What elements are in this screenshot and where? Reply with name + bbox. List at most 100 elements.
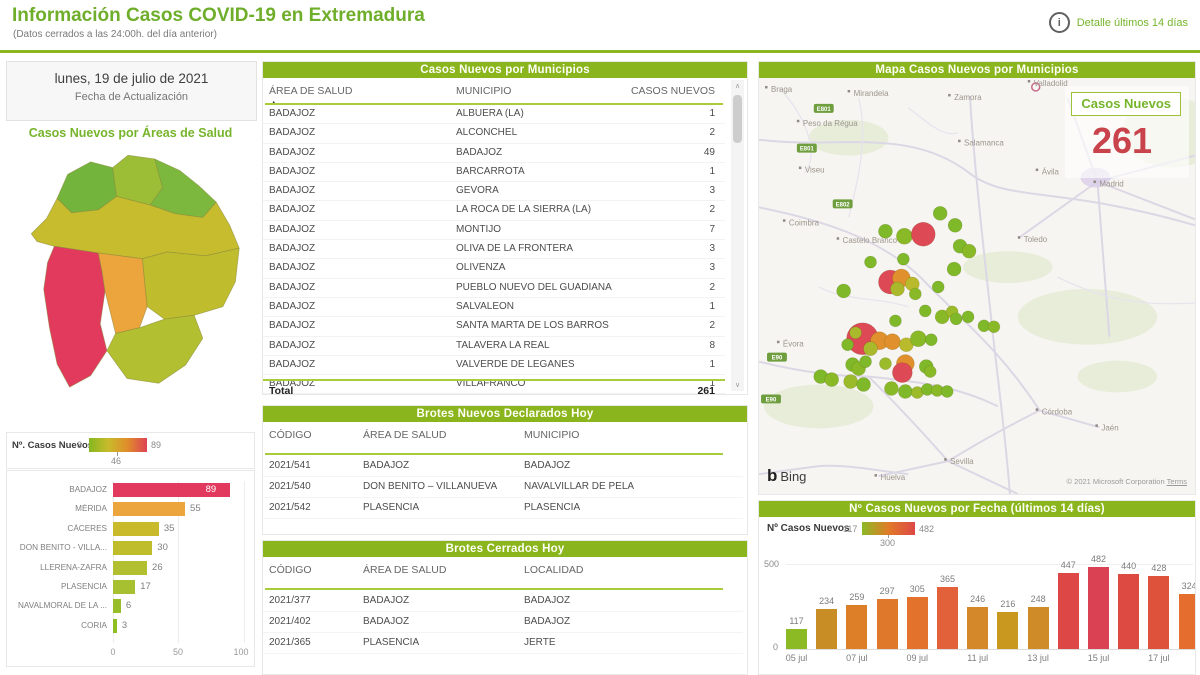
table-row[interactable]: BADAJOZLA ROCA DE LA SIERRA (LA)2 bbox=[263, 201, 725, 220]
map-bubble[interactable] bbox=[898, 385, 912, 399]
bar[interactable] bbox=[846, 605, 867, 649]
bar-label: LLERENA-ZAFRA bbox=[7, 563, 107, 572]
bar[interactable] bbox=[786, 629, 807, 649]
map-bubble[interactable] bbox=[924, 366, 936, 378]
map-city-dot bbox=[1093, 181, 1095, 183]
map-bubble[interactable] bbox=[864, 342, 878, 356]
map-bubble[interactable] bbox=[878, 224, 892, 238]
areas-choropleth-map[interactable] bbox=[14, 144, 244, 406]
map-bubble[interactable] bbox=[932, 281, 944, 293]
map-bubble[interactable] bbox=[865, 256, 877, 268]
column-header-area[interactable]: ÁREA DE SALUD bbox=[363, 429, 446, 441]
map-bubble[interactable] bbox=[890, 282, 904, 296]
region-merida[interactable] bbox=[98, 253, 147, 333]
map-bubble[interactable] bbox=[884, 334, 900, 350]
bar[interactable] bbox=[937, 587, 958, 649]
table-row[interactable]: 2021/542PLASENCIAPLASENCIA bbox=[263, 498, 743, 519]
table-cell: 2021/402 bbox=[269, 616, 311, 627]
table-row[interactable]: BADAJOZALBUERA (LA)1 bbox=[263, 105, 725, 124]
map-bubble[interactable] bbox=[925, 334, 937, 346]
bar[interactable] bbox=[113, 502, 185, 516]
table-row[interactable]: BADAJOZGEVORA3 bbox=[263, 182, 725, 201]
bar[interactable] bbox=[997, 612, 1018, 649]
bar[interactable] bbox=[113, 522, 159, 536]
column-header-localidad[interactable]: LOCALIDAD bbox=[524, 564, 584, 576]
bar[interactable] bbox=[113, 561, 147, 575]
bar[interactable] bbox=[1118, 574, 1139, 649]
table-row[interactable]: BADAJOZOLIVA DE LA FRONTERA3 bbox=[263, 240, 725, 259]
table-row[interactable]: BADAJOZBARCARROTA1 bbox=[263, 163, 725, 182]
table-row[interactable]: 2021/402BADAJOZBADAJOZ bbox=[263, 612, 743, 633]
column-header-municipio[interactable]: MUNICIPIO bbox=[456, 85, 511, 97]
map-bubble[interactable] bbox=[837, 284, 851, 298]
bar[interactable] bbox=[816, 609, 837, 649]
map-bubble[interactable] bbox=[889, 315, 901, 327]
bar[interactable] bbox=[967, 607, 988, 649]
map-bubble[interactable] bbox=[941, 386, 953, 398]
map-bubble[interactable] bbox=[825, 373, 839, 387]
map-bubble[interactable] bbox=[988, 321, 1000, 333]
bar[interactable] bbox=[1179, 594, 1196, 649]
bar[interactable] bbox=[1028, 607, 1049, 649]
map-city-dot bbox=[799, 167, 801, 169]
table-row[interactable]: 2021/365PLASENCIAJERTE bbox=[263, 633, 743, 654]
map-bubble[interactable] bbox=[897, 253, 909, 265]
scroll-down-icon[interactable]: ∨ bbox=[731, 381, 744, 389]
scrollbar-thumb[interactable] bbox=[733, 95, 742, 143]
table-row[interactable]: BADAJOZMONTIJO7 bbox=[263, 221, 725, 240]
bar[interactable] bbox=[907, 597, 928, 649]
vertical-scrollbar[interactable]: ∧ ∨ bbox=[731, 80, 744, 391]
map-bubble[interactable] bbox=[842, 339, 854, 351]
map-bubble[interactable] bbox=[892, 363, 912, 383]
map-bubble[interactable] bbox=[844, 375, 858, 389]
terms-link[interactable]: Terms bbox=[1167, 477, 1187, 486]
map-bubble[interactable] bbox=[962, 244, 976, 258]
region-badajoz[interactable] bbox=[44, 246, 107, 387]
table-row[interactable]: 2021/377BADAJOZBADAJOZ bbox=[263, 591, 743, 612]
bar[interactable] bbox=[1148, 576, 1169, 649]
map-bubble[interactable] bbox=[947, 262, 961, 276]
table-row[interactable]: BADAJOZPUEBLO NUEVO DEL GUADIANA2 bbox=[263, 279, 725, 298]
bar[interactable] bbox=[1058, 573, 1079, 649]
bar[interactable] bbox=[877, 599, 898, 649]
map-bubble[interactable] bbox=[962, 311, 974, 323]
map-bubble[interactable] bbox=[911, 222, 935, 246]
column-header-municipio[interactable]: MUNICIPIO bbox=[524, 429, 579, 441]
table-row[interactable]: BADAJOZVALVERDE DE LEGANES1 bbox=[263, 356, 725, 375]
map-bubble[interactable] bbox=[857, 378, 871, 392]
map-bubble[interactable] bbox=[850, 327, 862, 339]
column-header-area[interactable]: ÁREA DE SALUD bbox=[269, 85, 352, 97]
map-bubble[interactable] bbox=[948, 218, 962, 232]
map-bubble[interactable] bbox=[950, 313, 962, 325]
table-row[interactable]: BADAJOZSALVALEON1 bbox=[263, 298, 725, 317]
table-row[interactable]: 2021/540DON BENITO – VILLANUEVANAVALVILL… bbox=[263, 477, 743, 498]
table-row[interactable]: BADAJOZBADAJOZ49 bbox=[263, 144, 725, 163]
map-bubble[interactable] bbox=[884, 382, 898, 396]
table-row[interactable]: BADAJOZOLIVENZA3 bbox=[263, 259, 725, 278]
table-row[interactable]: 2021/541BADAJOZBADAJOZ bbox=[263, 456, 743, 477]
bar-value: 3 bbox=[122, 620, 127, 631]
table-row[interactable]: BADAJOZALCONCHEL2 bbox=[263, 124, 725, 143]
scroll-up-icon[interactable]: ∧ bbox=[731, 82, 744, 90]
map-bubble[interactable] bbox=[910, 331, 926, 347]
map-bubble[interactable] bbox=[879, 358, 891, 370]
column-header-area[interactable]: ÁREA DE SALUD bbox=[363, 564, 446, 576]
detail-last-14-days-link[interactable]: i Detalle últimos 14 días bbox=[1049, 12, 1188, 33]
column-header-codigo[interactable]: CÓDIGO bbox=[269, 429, 312, 441]
bar[interactable] bbox=[113, 580, 135, 594]
bar[interactable] bbox=[1088, 567, 1109, 649]
map-bubble[interactable] bbox=[933, 206, 947, 220]
bar[interactable] bbox=[113, 619, 117, 633]
map-bubble[interactable] bbox=[909, 288, 921, 300]
table-row[interactable]: BADAJOZTALAVERA LA REAL8 bbox=[263, 337, 725, 356]
table-row[interactable]: BADAJOZSANTA MARTA DE LOS BARROS2 bbox=[263, 317, 725, 336]
map-bubble[interactable] bbox=[860, 356, 872, 368]
map-bubble[interactable] bbox=[919, 305, 931, 317]
column-header-codigo[interactable]: CÓDIGO bbox=[269, 564, 312, 576]
bar[interactable] bbox=[113, 599, 121, 613]
region-donbenito[interactable] bbox=[142, 248, 239, 319]
column-header-casos[interactable]: CASOS NUEVOS bbox=[631, 85, 715, 97]
bar[interactable] bbox=[113, 541, 152, 555]
update-date-panel: lunes, 19 de julio de 2021 Fecha de Actu… bbox=[6, 61, 257, 121]
map-bubble[interactable] bbox=[896, 228, 912, 244]
